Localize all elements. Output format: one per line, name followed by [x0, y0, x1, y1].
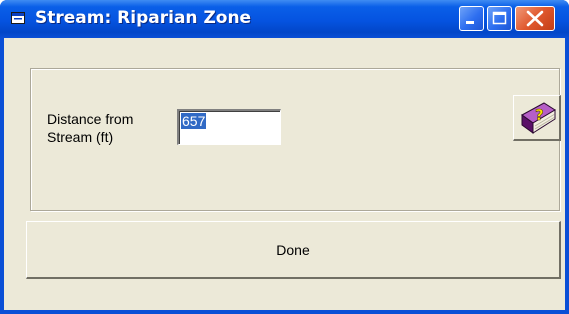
done-button-label: Done: [276, 241, 310, 258]
help-button[interactable]: ?: [513, 95, 561, 141]
minimize-icon: [466, 21, 474, 24]
client-area: Distance from Stream (ft) 657 ? Done: [4, 38, 565, 310]
distance-label-line2: Stream (ft): [47, 129, 114, 145]
distance-label-line1: Distance from: [47, 111, 134, 127]
window-title: Stream: Riparian Zone: [35, 8, 252, 28]
done-button[interactable]: Done: [26, 221, 561, 279]
close-icon: [526, 10, 544, 27]
title-bar[interactable]: Stream: Riparian Zone: [0, 0, 569, 38]
help-book-icon: ?: [521, 102, 556, 134]
distance-input-value: 657: [181, 113, 207, 129]
maximize-button[interactable]: [487, 6, 512, 31]
svg-text:?: ?: [535, 106, 544, 124]
dialog-window: Stream: Riparian Zone Distance from Stre…: [0, 0, 569, 314]
input-frame: Distance from Stream (ft) 657 ?: [30, 68, 561, 211]
distance-label: Distance from Stream (ft): [47, 110, 177, 146]
distance-input[interactable]: 657: [177, 109, 281, 145]
minimize-button[interactable]: [459, 6, 484, 31]
maximize-icon: [492, 11, 507, 25]
app-window-icon: [11, 12, 25, 24]
close-button[interactable]: [515, 6, 555, 31]
